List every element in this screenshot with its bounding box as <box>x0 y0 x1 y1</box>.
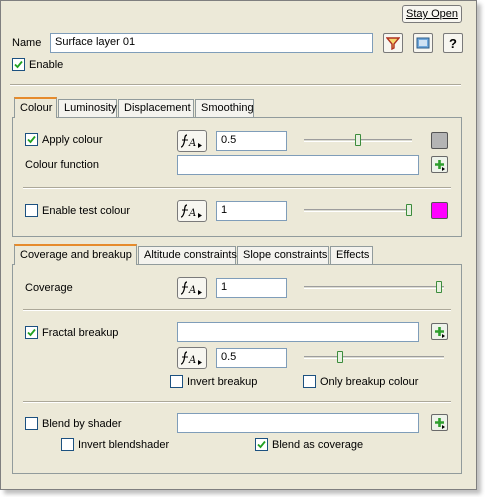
apply-colour-checkbox[interactable] <box>25 133 38 146</box>
blend-by-shader-checkbox[interactable] <box>25 417 38 430</box>
svg-text:A: A <box>188 285 196 296</box>
blend-shader-field[interactable] <box>177 413 419 433</box>
test-colour-slider-track[interactable] <box>304 209 412 212</box>
coverage-label: Coverage <box>25 282 73 294</box>
only-breakup-colour-label: Only breakup colour <box>320 376 419 388</box>
apply-colour-swatch[interactable] <box>431 132 448 149</box>
layer-icon-button[interactable] <box>413 33 433 53</box>
add-colour-function-button[interactable] <box>431 156 448 173</box>
colour-function-field[interactable] <box>177 155 419 175</box>
function-button[interactable]: A <box>177 200 207 222</box>
add-icon <box>435 160 445 171</box>
test-colour-swatch[interactable] <box>431 202 448 219</box>
blend-as-coverage-label: Blend as coverage <box>272 439 364 451</box>
surface-layer-window: Stay Open Name Surface layer 01 ? Enable… <box>0 0 477 490</box>
checkmark-icon <box>257 440 266 449</box>
function-icon: A <box>180 204 202 219</box>
fractal-breakup-slider-track[interactable] <box>304 356 444 359</box>
apply-colour-value-field[interactable]: 0.5 <box>216 131 287 151</box>
fractal-breakup-slider-thumb[interactable] <box>337 351 343 363</box>
enable-test-colour-label: Enable test colour <box>42 205 131 217</box>
name-label: Name <box>12 37 42 49</box>
coverage-panel: Coverage A 1 Fractal breakup A 0.5 Inver… <box>12 264 462 474</box>
layer-icon <box>416 37 430 49</box>
checkmark-icon <box>14 60 23 69</box>
only-breakup-colour-checkbox[interactable] <box>303 375 316 388</box>
invert-breakup-label: Invert breakup <box>187 376 258 388</box>
enable-checkbox[interactable] <box>12 58 25 71</box>
help-icon: ? <box>449 35 457 51</box>
fractal-breakup-value-field[interactable]: 0.5 <box>216 348 287 368</box>
blend-by-shader-label: Blend by shader <box>42 418 122 430</box>
header-separator <box>10 84 461 86</box>
stay-open-button[interactable]: Stay Open <box>402 5 462 23</box>
filter-icon <box>386 37 400 50</box>
apply-colour-label: Apply colour <box>42 134 103 146</box>
add-icon <box>435 327 445 338</box>
coverage-slider-track[interactable] <box>304 286 444 289</box>
function-button[interactable]: A <box>177 347 207 369</box>
function-button[interactable]: A <box>177 130 207 152</box>
invert-blendshader-checkbox[interactable] <box>61 438 74 451</box>
fractal-breakup-label: Fractal breakup <box>42 327 119 339</box>
checkmark-icon <box>27 135 36 144</box>
blend-as-coverage-checkbox[interactable] <box>255 438 268 451</box>
function-icon: A <box>180 134 202 149</box>
help-button[interactable]: ? <box>443 33 463 53</box>
coverage-separator <box>23 309 451 311</box>
tab-colour[interactable]: Colour <box>14 97 57 118</box>
tab-smoothing[interactable]: Smoothing <box>195 99 254 117</box>
function-button[interactable]: A <box>177 277 207 299</box>
tab-slope-constraints[interactable]: Slope constraints <box>237 246 329 264</box>
svg-text:A: A <box>188 355 196 366</box>
tab-luminosity[interactable]: Luminosity <box>58 99 117 117</box>
fractal-breakup-shader-field[interactable] <box>177 322 419 342</box>
invert-breakup-checkbox[interactable] <box>170 375 183 388</box>
invert-blendshader-label: Invert blendshader <box>78 439 170 451</box>
tab-effects[interactable]: Effects <box>330 246 373 264</box>
svg-text:A: A <box>188 208 196 219</box>
coverage-value-field[interactable]: 1 <box>216 278 287 298</box>
add-icon <box>435 418 445 429</box>
apply-colour-slider-thumb[interactable] <box>355 134 361 146</box>
test-colour-value-field[interactable]: 1 <box>216 201 287 221</box>
enable-test-colour-checkbox[interactable] <box>25 204 38 217</box>
checkmark-icon <box>27 328 36 337</box>
tab-altitude-constraints[interactable]: Altitude constraints <box>138 246 237 264</box>
colour-function-label: Colour function <box>25 159 99 171</box>
tab-coverage-and-breakup[interactable]: Coverage and breakup <box>14 244 137 265</box>
fractal-breakup-checkbox[interactable] <box>25 326 38 339</box>
add-breakup-shader-button[interactable] <box>431 323 448 340</box>
test-colour-slider-thumb[interactable] <box>406 204 412 216</box>
filter-icon-button[interactable] <box>383 33 403 53</box>
function-icon: A <box>180 351 202 366</box>
add-blend-shader-button[interactable] <box>431 414 448 431</box>
stay-open-label: Stay Open <box>406 8 458 20</box>
function-icon: A <box>180 281 202 296</box>
name-field[interactable]: Surface layer 01 <box>50 33 373 53</box>
colour-separator <box>23 187 451 189</box>
enable-label: Enable <box>29 59 64 71</box>
breakup-separator <box>23 401 451 403</box>
svg-text:A: A <box>188 138 196 149</box>
coverage-slider-thumb[interactable] <box>436 281 442 293</box>
tab-displacement[interactable]: Displacement <box>118 99 194 117</box>
colour-panel: Apply colour A 0.5 Colour function Enabl… <box>12 117 462 237</box>
